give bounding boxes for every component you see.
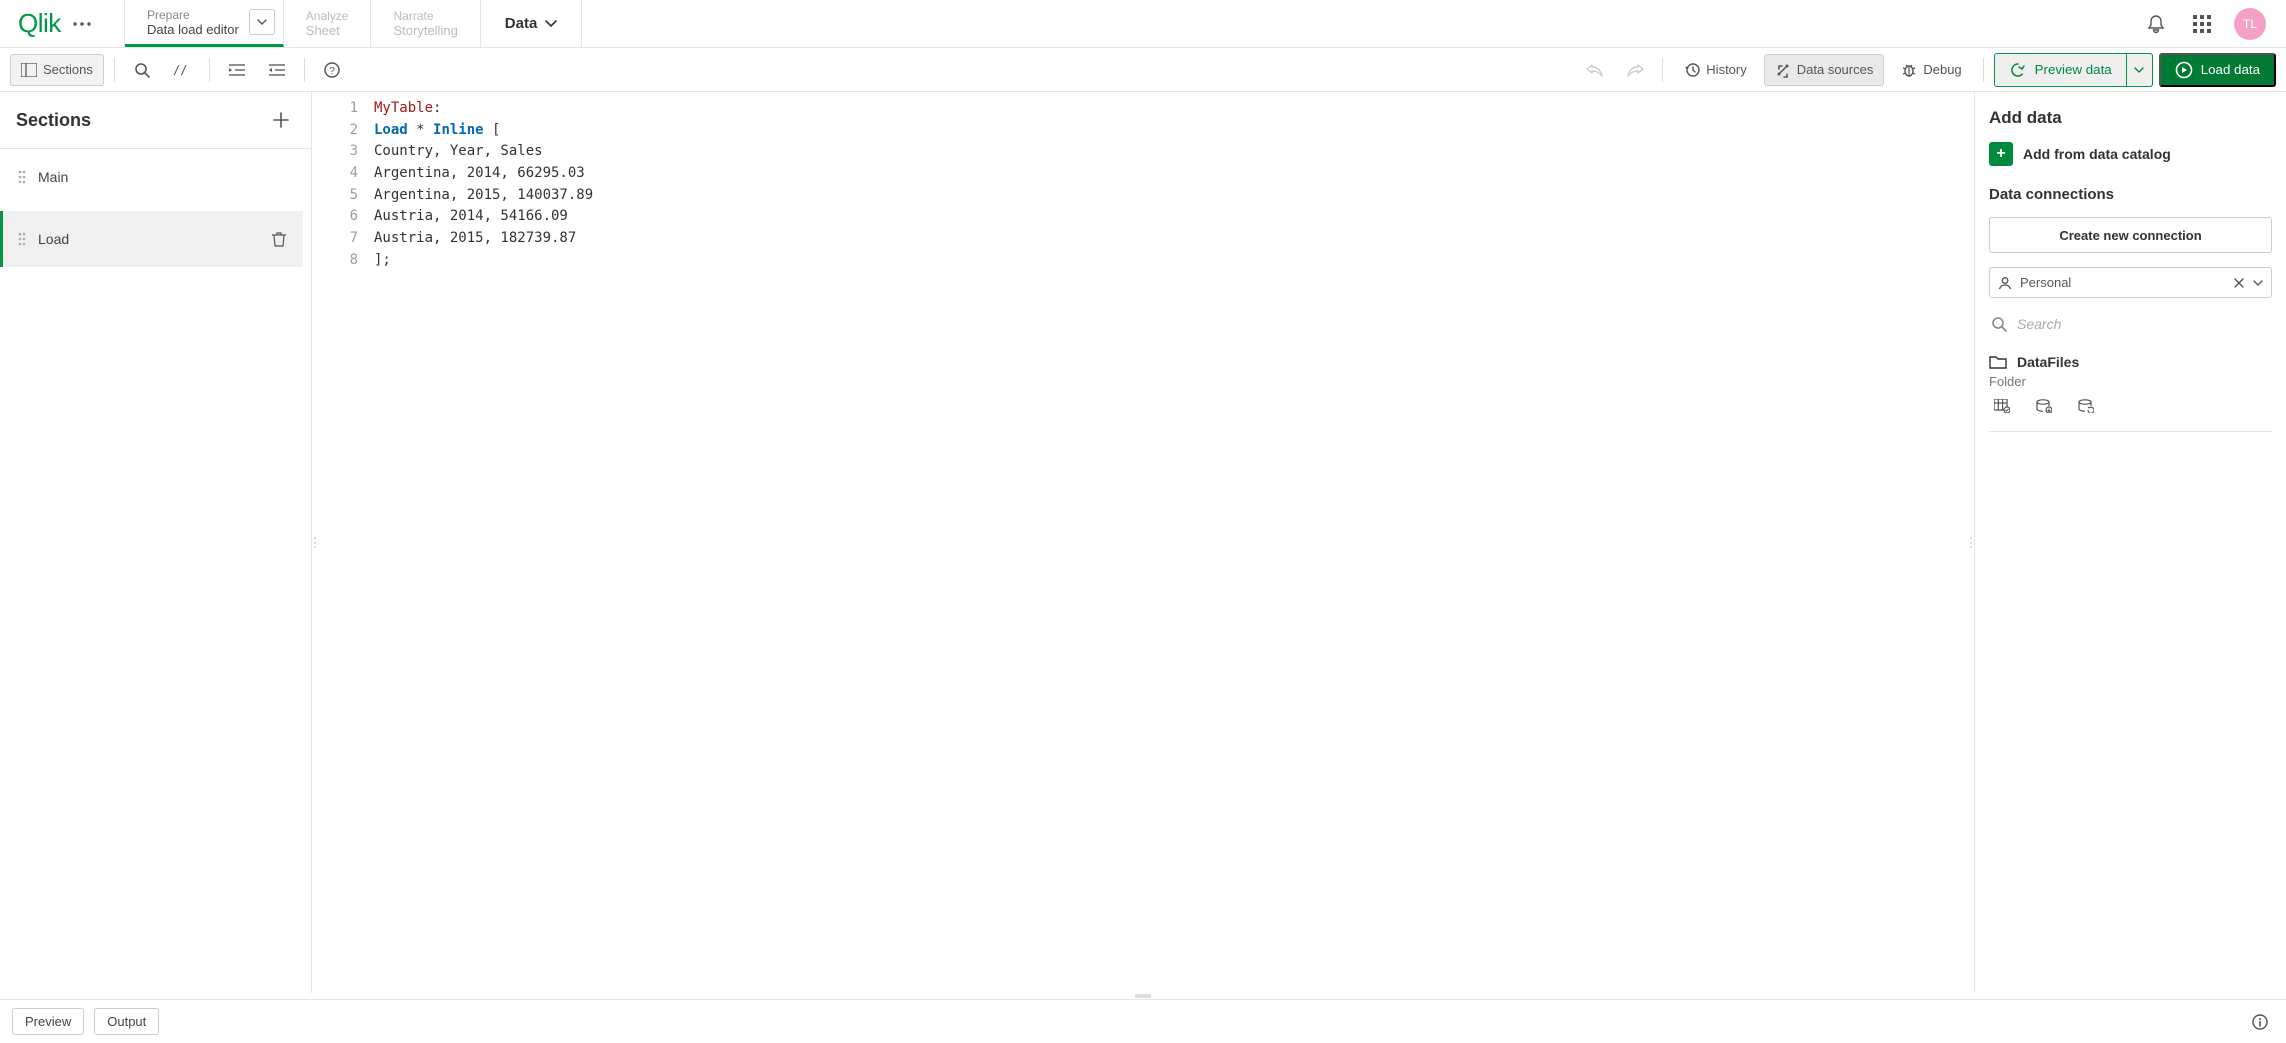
indent-icon[interactable] — [220, 54, 254, 86]
folder-icon — [1989, 355, 2007, 369]
nav-tab-narrate[interactable]: Narrate Storytelling — [371, 0, 480, 47]
script-editor[interactable]: 12345678 MyTable:Load * Inline [Country,… — [318, 92, 1968, 993]
connection-search — [1989, 312, 2272, 336]
data-sources-button[interactable]: Data sources — [1764, 54, 1885, 86]
main-area: Sections Main Load ⋮ 12345678 MyTa — [0, 92, 2286, 993]
select-data-icon[interactable] — [1991, 395, 2013, 417]
add-section-icon[interactable] — [267, 106, 295, 134]
space-selector[interactable]: Personal — [1989, 267, 2272, 298]
sections-panel: Sections Main Load — [0, 92, 312, 993]
data-menu-label: Data — [505, 15, 538, 32]
sections-header: Sections — [0, 92, 311, 148]
connection-type: Folder — [1989, 374, 2272, 389]
connection-name: DataFiles — [2017, 354, 2079, 370]
data-panel: Add data + Add from data catalog Data co… — [1974, 92, 2286, 993]
code-area[interactable]: MyTable:Load * Inline [Country, Year, Sa… — [368, 92, 1968, 993]
preview-tab[interactable]: Preview — [12, 1008, 84, 1035]
line-number-gutter: 12345678 — [318, 92, 368, 993]
plus-icon: + — [1989, 142, 2013, 166]
header-right: TL — [2142, 0, 2286, 47]
chevron-down-icon — [545, 20, 557, 27]
preview-data-dropdown[interactable] — [2127, 53, 2153, 87]
chevron-down-icon[interactable] — [2253, 280, 2263, 286]
chevron-down-icon[interactable] — [249, 9, 275, 35]
outdent-icon[interactable] — [260, 54, 294, 86]
more-icon[interactable] — [73, 22, 91, 26]
clear-icon[interactable] — [2233, 277, 2245, 289]
editor-wrap: 12345678 MyTable:Load * Inline [Country,… — [318, 92, 1968, 993]
bell-icon[interactable] — [2142, 10, 2170, 38]
data-menu[interactable]: Data — [481, 0, 583, 47]
connection-actions — [1989, 389, 2272, 423]
avatar[interactable]: TL — [2234, 8, 2266, 40]
nav-tab-analyze[interactable]: Analyze Sheet — [284, 0, 372, 47]
qlik-logo: Qlik — [18, 8, 61, 39]
apps-grid-icon[interactable] — [2188, 10, 2216, 38]
debug-button[interactable]: Debug — [1890, 54, 1972, 86]
svg-text://: // — [173, 63, 187, 77]
info-icon[interactable] — [2246, 1008, 2274, 1036]
history-button[interactable]: History — [1673, 54, 1757, 86]
refresh-connection-icon[interactable] — [2075, 395, 2097, 417]
app-header: Qlik Prepare Data load editor Analyze Sh… — [0, 0, 2286, 48]
space-label: Personal — [2020, 275, 2225, 290]
drag-handle-icon[interactable] — [18, 170, 26, 184]
nav-tab-bottom: Data load editor — [147, 22, 239, 37]
section-item-load[interactable]: Load — [0, 211, 303, 267]
output-tab[interactable]: Output — [94, 1008, 159, 1035]
bottom-bar: Preview Output — [0, 999, 2286, 1043]
section-item-label: Load — [38, 231, 69, 247]
logo-area: Qlik — [0, 0, 125, 47]
redo-icon[interactable] — [1618, 54, 1652, 86]
comment-toggle-icon[interactable]: // — [165, 54, 199, 86]
sections-toggle-button[interactable]: Sections — [10, 54, 104, 86]
search-icon[interactable] — [125, 54, 159, 86]
delete-section-icon[interactable] — [265, 225, 293, 253]
undo-icon[interactable] — [1578, 54, 1612, 86]
data-connections-title: Data connections — [1989, 186, 2272, 203]
create-new-connection-button[interactable]: Create new connection — [1989, 217, 2272, 253]
search-icon — [1991, 316, 2007, 332]
user-icon — [1998, 276, 2012, 290]
add-from-catalog-button[interactable]: + Add from data catalog — [1989, 142, 2272, 166]
insert-script-icon[interactable] — [2033, 395, 2055, 417]
preview-data-button[interactable]: Preview data — [1994, 53, 2127, 87]
section-item-label: Main — [38, 169, 68, 185]
svg-text:?: ? — [329, 66, 335, 77]
connection-datafiles[interactable]: DataFiles — [1989, 350, 2272, 374]
nav-tab-top: Prepare — [147, 8, 239, 22]
sections-title: Sections — [16, 110, 91, 131]
section-item-main[interactable]: Main — [8, 155, 303, 199]
load-data-button[interactable]: Load data — [2159, 53, 2276, 87]
help-icon[interactable]: ? — [315, 54, 349, 86]
connection-search-input[interactable] — [2017, 316, 2270, 332]
toolbar: Sections // ? History Data sources Debug — [0, 48, 2286, 92]
drag-handle-icon[interactable] — [18, 232, 26, 246]
add-data-title: Add data — [1989, 108, 2272, 128]
nav-tab-prepare[interactable]: Prepare Data load editor — [125, 0, 284, 47]
